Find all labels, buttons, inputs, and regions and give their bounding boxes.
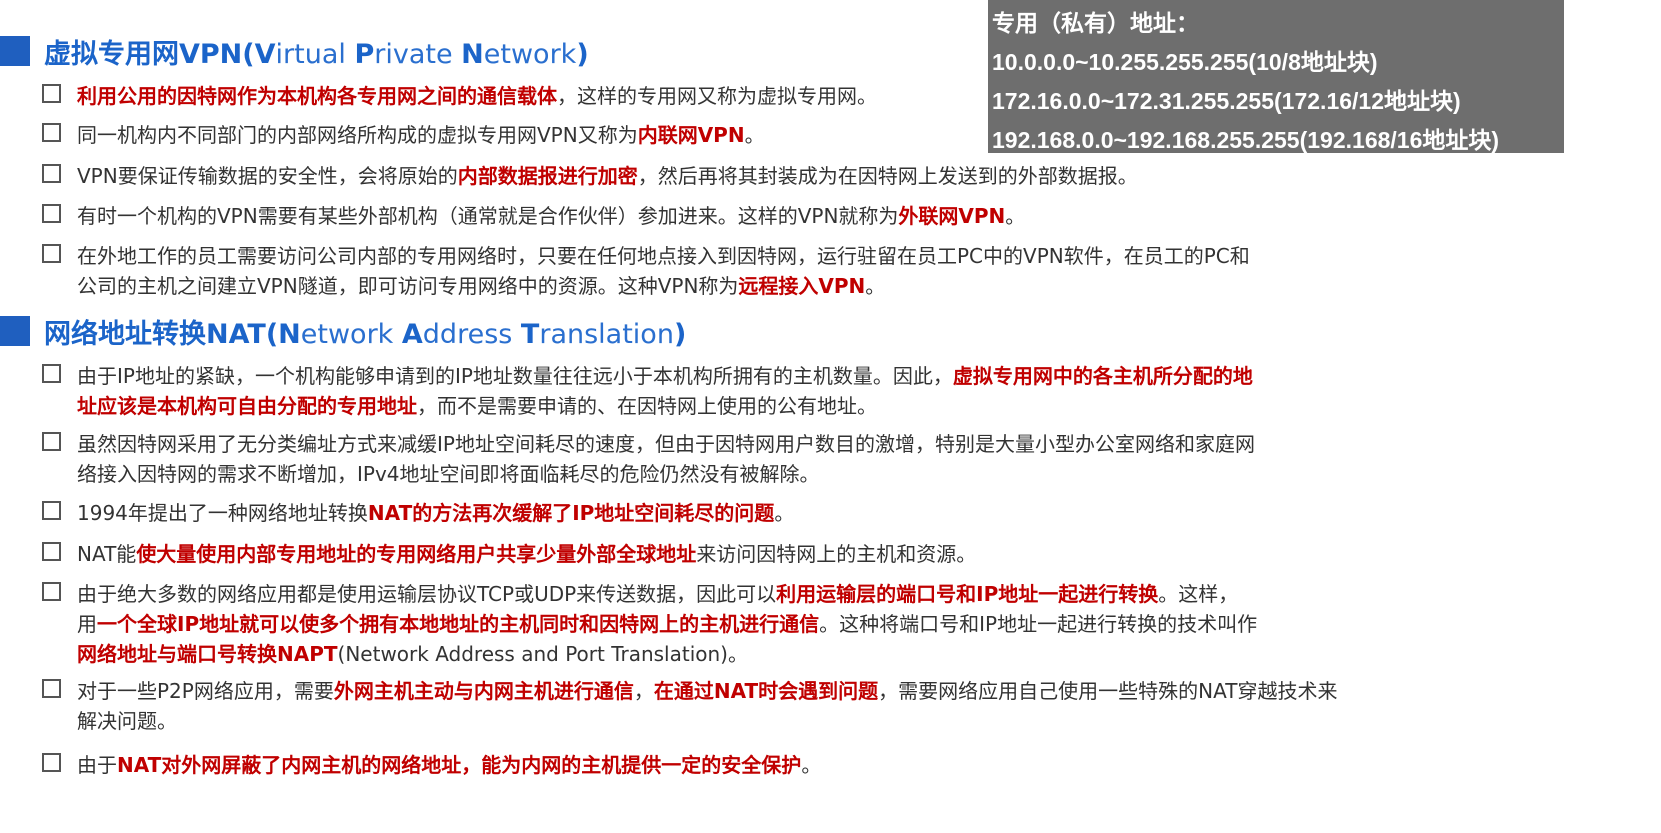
vpn-section-title: 虚拟专用网VPN(Virtual Private Network) xyxy=(0,31,589,71)
vpn-item-5: 在外地工作的员工需要访问公司内部的专用网络时，只要在任何地点接入到因特网，运行驻… xyxy=(42,241,1250,301)
vpn-item-3: VPN要保证传输数据的安全性，会将原始的内部数据报进行加密，然后再将其封装成为在… xyxy=(42,161,1138,191)
private-address-range-b: 172.16.0.0~172.31.255.255(172.16/12地址块) xyxy=(992,88,1461,114)
vpn-item-2: 同一机构内不同部门的内部网络所构成的虚拟专用网VPN又称为内联网VPN。 xyxy=(42,120,765,150)
private-address-range-a: 10.0.0.0~10.255.255.255(10/8地址块) xyxy=(992,49,1378,75)
private-address-range-c: 192.168.0.0~192.168.255.255(192.168/16地址… xyxy=(992,127,1500,153)
checkbox-icon[interactable] xyxy=(42,164,61,183)
vpn-title-text: 虚拟专用网VPN(Virtual Private Network) xyxy=(44,38,589,70)
private-address-title: 专用（私有）地址： xyxy=(992,10,1199,36)
section-marker-icon xyxy=(0,316,30,346)
nat-item-5: 由于绝大多数的网络应用都是使用运输层协议TCP或UDP来传送数据，因此可以利用运… xyxy=(42,579,1257,669)
checkbox-icon[interactable] xyxy=(42,244,61,263)
checkbox-icon[interactable] xyxy=(42,542,61,561)
vpn-item-4: 有时一个机构的VPN需要有某些外部机构（通常就是合作伙伴）参加进来。这样的VPN… xyxy=(42,201,1025,231)
checkbox-icon[interactable] xyxy=(42,84,61,103)
checkbox-icon[interactable] xyxy=(42,582,61,601)
nat-item-2: 虽然因特网采用了无分类编址方式来减缓IP地址空间耗尽的速度，但由于因特网用户数目… xyxy=(42,429,1255,489)
section-marker-icon xyxy=(0,36,30,66)
nat-title-text: 网络地址转换NAT(Network Address Translation) xyxy=(44,318,687,350)
nat-item-1: 由于IP地址的紧缺，一个机构能够申请到的IP地址数量往往远小于本机构所拥有的主机… xyxy=(42,361,1253,421)
vpn-item-1: 利用公用的因特网作为本机构各专用网之间的通信载体，这样的专用网又称为虚拟专用网。 xyxy=(42,81,877,111)
checkbox-icon[interactable] xyxy=(42,123,61,142)
nat-item-7: 由于NAT对外网屏蔽了内网主机的网络地址，能为内网的主机提供一定的安全保护。 xyxy=(42,750,821,780)
private-address-box: 专用（私有）地址： 10.0.0.0~10.255.255.255(10/8地址… xyxy=(988,0,1564,153)
checkbox-icon[interactable] xyxy=(42,679,61,698)
checkbox-icon[interactable] xyxy=(42,204,61,223)
checkbox-icon[interactable] xyxy=(42,501,61,520)
nat-section-title: 网络地址转换NAT(Network Address Translation) xyxy=(0,311,686,351)
checkbox-icon[interactable] xyxy=(42,364,61,383)
checkbox-icon[interactable] xyxy=(42,432,61,451)
nat-item-6: 对于一些P2P网络应用，需要外网主机主动与内网主机进行通信，在通过NAT时会遇到… xyxy=(42,676,1337,736)
checkbox-icon[interactable] xyxy=(42,753,61,772)
nat-item-4: NAT能使大量使用内部专用地址的专用网络用户共享少量外部全球地址来访问因特网上的… xyxy=(42,539,976,569)
nat-item-3: 1994年提出了一种网络地址转换NAT的方法再次缓解了IP地址空间耗尽的问题。 xyxy=(42,498,794,528)
